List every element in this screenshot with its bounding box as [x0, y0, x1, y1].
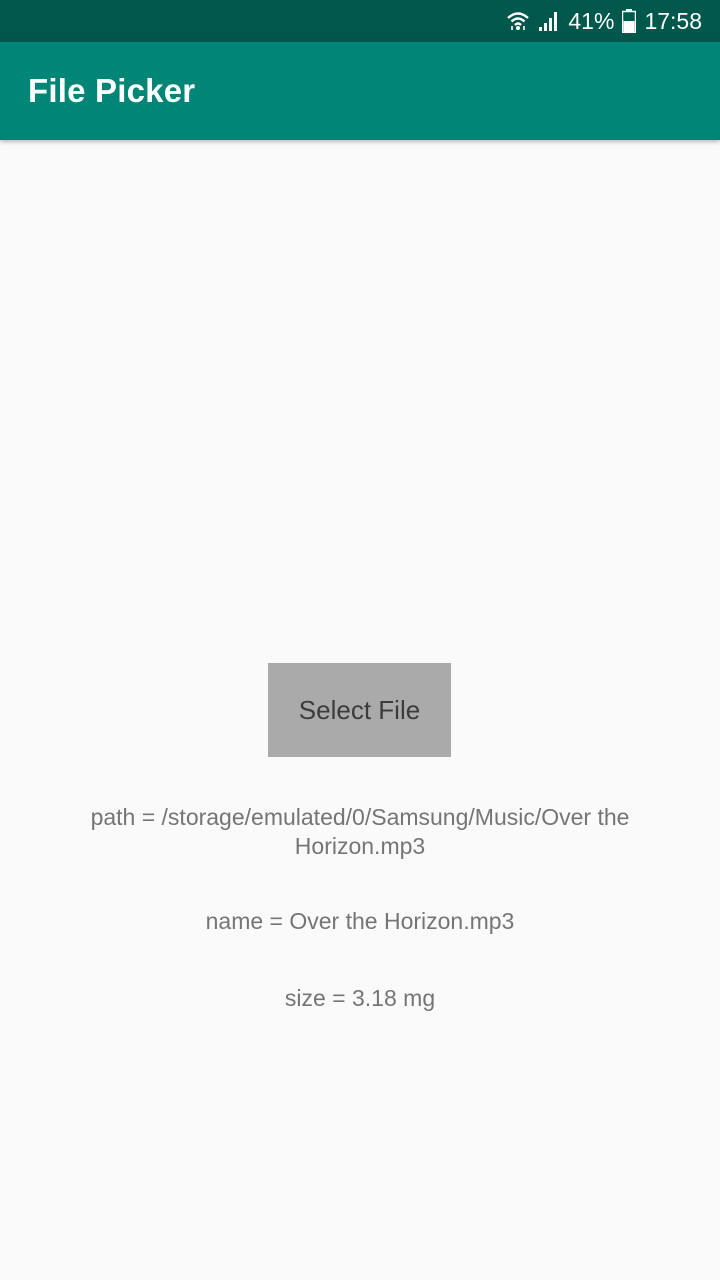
battery-percent: 41%: [568, 7, 615, 34]
status-time: 17:58: [644, 7, 702, 34]
app-screen: 41% 17:58 File Picker Select File path =…: [0, 0, 720, 1280]
file-size-text: size = 3.18 mg: [284, 985, 436, 1011]
status-bar: 41% 17:58: [0, 0, 720, 42]
battery-icon: [622, 9, 637, 33]
file-path-text: path = /storage/emulated/0/Samsung/Music…: [90, 804, 630, 859]
signal-icon: [538, 10, 560, 32]
file-name-text: name = Over the Horizon.mp3: [205, 908, 515, 934]
app-bar: File Picker: [0, 42, 720, 140]
wifi-icon: [506, 10, 530, 32]
app-title: File Picker: [28, 72, 196, 109]
select-file-button[interactable]: Select File: [268, 663, 451, 757]
